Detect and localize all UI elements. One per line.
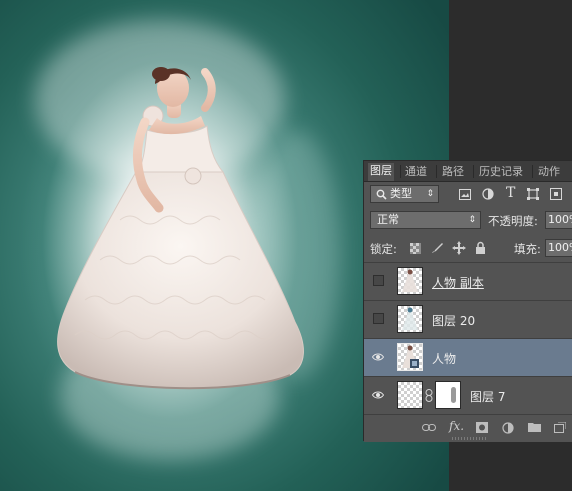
blend-mode-value: 正常 xyxy=(377,213,399,226)
shape-filter-icon[interactable] xyxy=(527,188,539,200)
image-filter-icon[interactable] xyxy=(459,189,471,200)
tab-history[interactable]: 历史记录 xyxy=(479,164,523,180)
visibility-toggle[interactable] xyxy=(373,275,384,286)
tab-channels[interactable]: 通道 xyxy=(405,164,427,180)
eye-icon[interactable] xyxy=(372,389,384,401)
lock-transparent-icon[interactable] xyxy=(410,243,421,254)
layer-row-selected[interactable]: 人物 xyxy=(364,338,572,376)
lock-pixels-icon[interactable] xyxy=(431,242,443,254)
folder-icon[interactable] xyxy=(528,422,541,432)
layer-thumbnail xyxy=(397,381,423,409)
layer-thumbnail xyxy=(397,305,423,333)
opacity-field[interactable]: 100% xyxy=(545,211,572,229)
layer-mask-thumbnail[interactable] xyxy=(435,381,461,409)
layer-name: 人物 xyxy=(432,352,457,366)
blend-row: 正常 ⇕ 不透明度: 100% xyxy=(364,209,572,231)
lock-position-icon[interactable] xyxy=(452,241,466,255)
lock-all-icon[interactable] xyxy=(475,241,486,254)
layer-thumbnail-figure xyxy=(402,307,418,330)
chain-link-icon[interactable] xyxy=(425,389,433,402)
fill-field[interactable]: 100% xyxy=(545,239,572,257)
filter-row: 类型 ⇕ T xyxy=(364,183,572,205)
blend-mode-select[interactable]: 正常 ⇕ xyxy=(370,211,481,229)
chevron-updown-icon: ⇕ xyxy=(468,215,476,225)
search-icon xyxy=(376,189,387,200)
tab-divider xyxy=(473,165,474,178)
opacity-label: 不透明度: xyxy=(488,214,538,228)
visibility-toggle[interactable] xyxy=(373,313,384,324)
eye-icon[interactable] xyxy=(372,351,384,363)
layer-name: 图层 20 xyxy=(432,314,476,328)
filter-type-select[interactable]: 类型 ⇕ xyxy=(370,185,439,203)
tab-layers[interactable]: 图层 xyxy=(368,163,394,181)
mask-shape xyxy=(451,387,456,403)
layer-name: 人物 副本 xyxy=(432,276,484,290)
bride-figure xyxy=(57,67,304,390)
panel-bottom-toolbar: fx. xyxy=(364,414,572,442)
opacity-value: 100% xyxy=(548,213,572,226)
panel-tab-bar: 图层 通道 路径 历史记录 动作 xyxy=(364,161,572,182)
layer-thumbnail-figure xyxy=(402,269,418,292)
layer-row[interactable]: 图层 7 xyxy=(364,376,572,414)
tab-paths[interactable]: 路径 xyxy=(442,164,464,180)
photoshop-workspace: 图层 通道 路径 历史记录 动作 类型 ⇕ T 正常 ⇕ 不透明度: 100 锁… xyxy=(0,0,572,491)
chevron-updown-icon: ⇕ xyxy=(426,189,434,199)
fill-label: 填充: xyxy=(514,242,541,256)
fx-icon[interactable]: fx. xyxy=(449,419,464,433)
resize-grip[interactable] xyxy=(452,437,486,440)
layer-thumbnail xyxy=(397,267,423,295)
layer-row[interactable]: 图层 20 xyxy=(364,300,572,338)
smart-object-filter-icon[interactable] xyxy=(550,188,562,200)
layer-row[interactable]: 人物 副本 xyxy=(364,262,572,300)
lock-row: 锁定: 填充: 100% xyxy=(364,237,572,259)
tab-divider xyxy=(532,165,533,178)
tab-divider xyxy=(400,165,401,178)
mask-icon[interactable] xyxy=(476,422,488,433)
layer-thumbnail-figure xyxy=(402,345,419,368)
fill-value: 100% xyxy=(548,241,572,254)
text-filter-icon[interactable]: T xyxy=(506,185,515,201)
filter-type-label: 类型 xyxy=(390,187,412,200)
adjustment-filter-icon[interactable] xyxy=(482,188,494,200)
new-layer-icon[interactable] xyxy=(554,422,566,433)
tab-actions[interactable]: 动作 xyxy=(538,164,560,180)
link-icon[interactable] xyxy=(422,423,436,432)
layers-panel: 图层 通道 路径 历史记录 动作 类型 ⇕ T 正常 ⇕ 不透明度: 100 锁… xyxy=(363,160,572,442)
tab-divider xyxy=(436,165,437,178)
layer-name: 图层 7 xyxy=(470,390,506,404)
adjustment-icon[interactable] xyxy=(502,422,514,434)
layer-thumbnail xyxy=(397,343,423,371)
lock-label: 锁定: xyxy=(370,242,397,256)
